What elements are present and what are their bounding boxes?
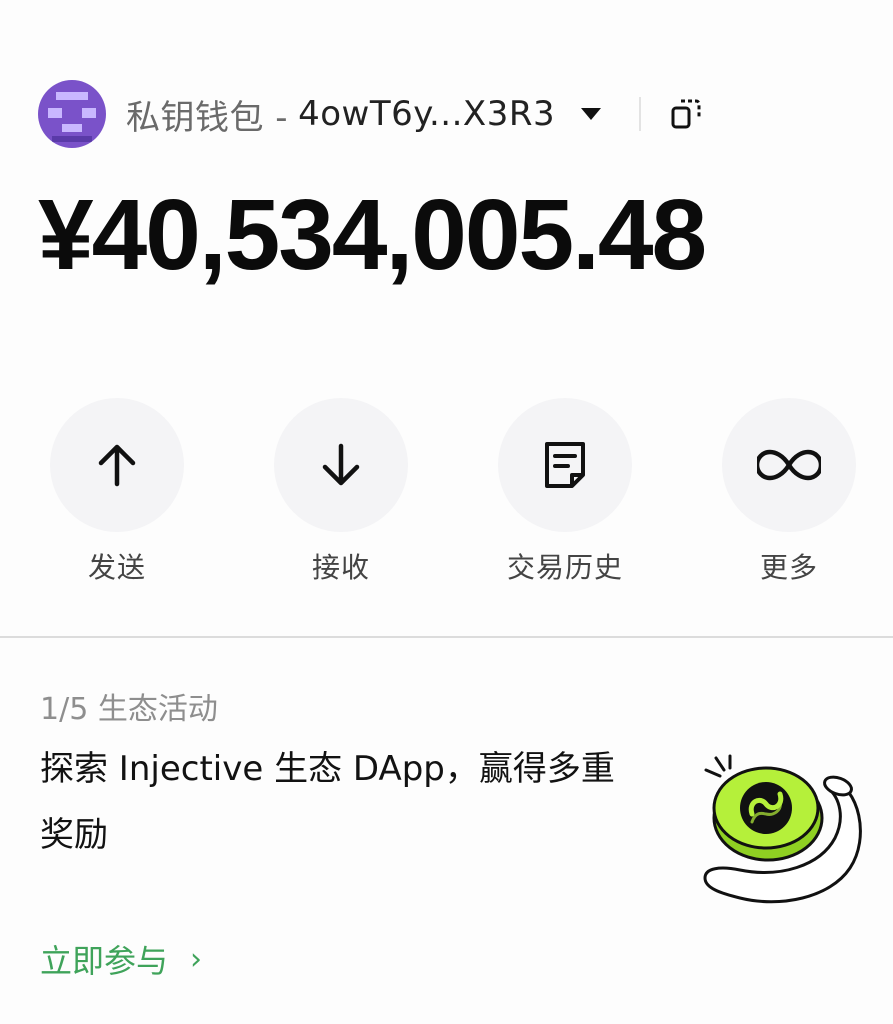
avatar[interactable] bbox=[38, 80, 106, 148]
copy-icon[interactable] bbox=[669, 97, 703, 131]
header-divider bbox=[639, 97, 642, 131]
section-divider bbox=[0, 636, 893, 638]
document-icon bbox=[545, 442, 585, 488]
arrow-up-icon bbox=[98, 444, 136, 487]
receive-label: 接收 bbox=[311, 551, 370, 584]
wallet-address: 4owT6y...X3R3 bbox=[298, 94, 556, 134]
receive-button[interactable]: 接收 bbox=[274, 398, 408, 586]
send-label: 发送 bbox=[87, 551, 146, 584]
arrow-down-icon bbox=[322, 443, 360, 486]
receive-circle bbox=[274, 398, 408, 532]
history-label: 交易历史 bbox=[506, 551, 623, 584]
total-balance: ¥40,534,005.48 bbox=[38, 179, 707, 291]
history-circle bbox=[498, 398, 632, 532]
join-now-label: 立即参与 bbox=[40, 942, 169, 980]
chevron-right-icon: › bbox=[190, 941, 203, 977]
infinity-icon bbox=[757, 449, 821, 481]
join-now-link[interactable]: 立即参与 › bbox=[40, 936, 202, 982]
more-label: 更多 bbox=[759, 551, 818, 584]
wallet-selector[interactable]: 私钥钱包 - 4owT6y...X3R3 bbox=[126, 90, 555, 139]
send-circle bbox=[50, 398, 184, 532]
injective-coin-illustration bbox=[703, 754, 862, 904]
action-bar: 发送 接收 交易历史 更多 bbox=[50, 398, 860, 588]
wallet-label: 私钥钱包 - bbox=[126, 97, 289, 138]
wallet-header: 私钥钱包 - 4owT6y...X3R3 bbox=[38, 76, 838, 152]
more-circle bbox=[722, 398, 856, 532]
promo-title: 探索 Injective 生态 DApp，赢得多重奖励 bbox=[40, 749, 615, 855]
caret-down-icon[interactable] bbox=[581, 108, 602, 120]
history-button[interactable]: 交易历史 bbox=[498, 398, 632, 586]
more-button[interactable]: 更多 bbox=[722, 398, 856, 586]
promo-counter: 1/5 生态活动 bbox=[40, 692, 218, 727]
send-button[interactable]: 发送 bbox=[50, 398, 184, 586]
